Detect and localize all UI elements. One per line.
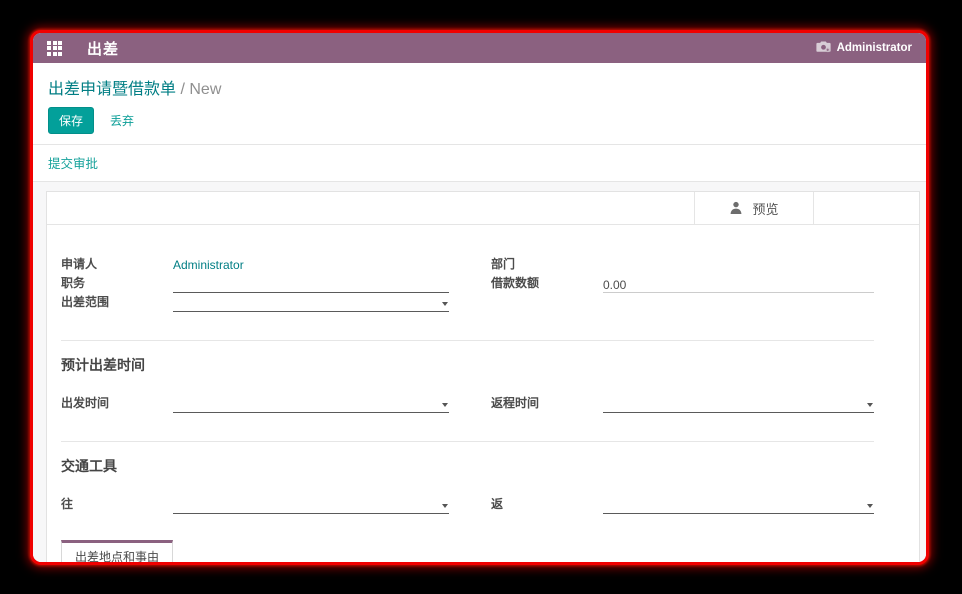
form-sheet: 预览 申请人 Administrator 职务 [46, 191, 920, 562]
button-box-spacer [47, 192, 695, 224]
departure-time-select[interactable] [173, 397, 449, 413]
statusbar: 提交审批 [33, 145, 926, 182]
trip-scope-label: 出差范围 [61, 293, 173, 312]
navbar: 出差 Administrator [33, 33, 926, 63]
position-label: 职务 [61, 274, 173, 293]
submit-approval-button[interactable]: 提交审批 [48, 157, 98, 171]
section-separator [61, 340, 874, 341]
section-separator [61, 441, 874, 442]
discard-button[interactable]: 丢弃 [110, 112, 134, 129]
breadcrumb: 出差申请暨借款单 / New [33, 63, 926, 101]
loan-amount-label: 借款数额 [491, 274, 603, 293]
inbound-select[interactable] [603, 498, 874, 514]
field-loan-amount: 借款数额 [491, 274, 874, 293]
department-value[interactable] [603, 259, 874, 274]
screenshot-stage: 出差 Administrator 出差申请暨借款单 / New [0, 0, 962, 594]
save-button[interactable]: 保存 [48, 107, 94, 134]
tab-trip-location-reason[interactable]: 出差地点和事由 [61, 540, 173, 562]
tab-row: 出差地点和事由 [47, 540, 919, 562]
field-inbound: 返 [491, 495, 874, 514]
dropdown-caret-icon [867, 403, 873, 407]
user-menu[interactable]: Administrator [816, 41, 912, 56]
field-applicant: 申请人 Administrator [61, 255, 449, 274]
inbound-label: 返 [491, 495, 603, 514]
group-transport: 往 返 [61, 495, 874, 514]
return-time-select[interactable] [603, 397, 874, 413]
breadcrumb-document[interactable]: 出差申请暨借款单 [48, 81, 176, 98]
button-box: 预览 [47, 192, 919, 225]
content-area: 预览 申请人 Administrator 职务 [33, 182, 926, 562]
applicant-value[interactable]: Administrator [173, 258, 449, 274]
preview-button[interactable]: 预览 [695, 192, 814, 224]
breadcrumb-current: New [189, 81, 221, 98]
department-label: 部门 [491, 255, 603, 274]
dropdown-caret-icon [442, 504, 448, 508]
avatar-camera-icon [816, 41, 831, 56]
field-position: 职务 [61, 274, 449, 293]
field-return-time: 返程时间 [491, 394, 874, 413]
return-time-label: 返程时间 [491, 394, 603, 413]
form-body: 申请人 Administrator 职务 出差范围 [47, 225, 919, 514]
field-outbound: 往 [61, 495, 449, 514]
outbound-label: 往 [61, 495, 173, 514]
app-window: 出差 Administrator 出差申请暨借款单 / New [30, 30, 929, 565]
section-transport: 交通工具 [61, 456, 874, 476]
apps-grid-icon[interactable] [47, 41, 62, 56]
field-departure-time: 出发时间 [61, 394, 449, 413]
dropdown-caret-icon [442, 403, 448, 407]
position-input[interactable] [173, 277, 449, 293]
app-title: 出差 [87, 38, 119, 59]
preview-label: 预览 [752, 199, 778, 218]
outbound-select[interactable] [173, 498, 449, 514]
field-trip-scope: 出差范围 [61, 293, 449, 312]
group-time: 出发时间 返程时间 [61, 394, 874, 413]
dropdown-caret-icon [867, 504, 873, 508]
departure-time-label: 出发时间 [61, 394, 173, 413]
field-department: 部门 [491, 255, 874, 274]
applicant-label: 申请人 [61, 255, 173, 274]
group-main: 申请人 Administrator 职务 出差范围 [61, 255, 874, 312]
section-expected-time: 预计出差时间 [61, 355, 874, 375]
trip-scope-select[interactable] [173, 296, 449, 312]
breadcrumb-separator: / [180, 81, 184, 98]
person-icon [729, 201, 743, 215]
actions-row: 保存 丢弃 [33, 101, 926, 145]
notebook: 出差地点和事由 [47, 540, 919, 562]
loan-amount-input[interactable] [603, 277, 874, 293]
dropdown-caret-icon [442, 302, 448, 306]
user-name: Administrator [837, 42, 912, 54]
